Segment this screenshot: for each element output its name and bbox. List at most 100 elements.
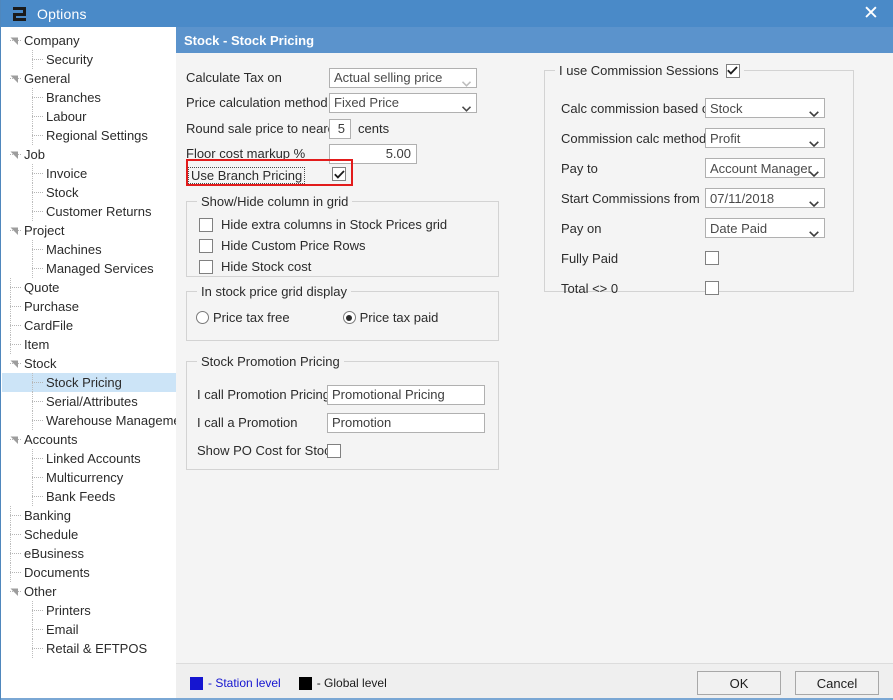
use-branch-pricing-checkbox[interactable] [332,167,346,181]
sidebar-item-project[interactable]: Project [2,221,176,240]
radio-button[interactable] [196,311,209,324]
sidebar-item-branches[interactable]: Branches [2,88,176,107]
grid-display-radio[interactable]: Price tax free [196,310,290,325]
sidebar-item-ebusiness[interactable]: eBusiness [2,544,176,563]
sidebar-item-job[interactable]: Job [2,145,176,164]
tree-expander-icon[interactable] [10,227,19,236]
tree-expander-icon[interactable] [10,588,19,597]
checkbox[interactable] [199,217,213,232]
sidebar-item-warehouse-management[interactable]: Warehouse Management [2,411,176,430]
sidebar-item-accounts[interactable]: Accounts [2,430,176,449]
sidebar-item-documents[interactable]: Documents [2,563,176,582]
options-app-icon [12,6,28,22]
sidebar-item-label: Multicurrency [46,470,127,485]
commission-field-value: Account Manager [710,160,812,176]
checkbox[interactable] [199,238,213,253]
tree-guide-line [32,496,43,497]
checkbox[interactable] [199,259,213,274]
sidebar-item-stock[interactable]: Stock [2,354,176,373]
commission-field-row: Total <> 0 [561,273,853,303]
sidebar-item-label: Bank Feeds [46,489,119,504]
tree-expander-icon[interactable] [10,151,19,160]
tree-guide-line [10,534,21,535]
commission-sessions-checkbox[interactable] [725,63,740,78]
sidebar-item-customer-returns[interactable]: Customer Returns [2,202,176,221]
tree-expander-icon[interactable] [10,37,19,46]
sidebar-item-machines[interactable]: Machines [2,240,176,259]
close-icon[interactable]: ✕ [848,0,893,27]
commission-field-select[interactable]: Account Manager [705,158,825,178]
commission-sessions-title-wrap: I use Commission Sessions [555,63,744,78]
window-title: Options [37,5,87,22]
grid-display-radio[interactable]: Price tax paid [342,310,439,325]
commission-field-row: Pay to Account Manager [561,153,853,183]
tree-guide-line [32,173,43,174]
round-sale-price-input[interactable]: 5 [329,118,351,139]
sidebar-item-security[interactable]: Security [2,50,176,69]
floor-cost-markup-input[interactable]: 5.00 [329,143,417,164]
field-price-calculation-method: Price calculation method Fixed Price [186,90,516,115]
sidebar-item-cardfile[interactable]: CardFile [2,316,176,335]
sidebar-item-banking[interactable]: Banking [2,506,176,525]
sidebar-item-schedule[interactable]: Schedule [2,525,176,544]
calculate-tax-on-select[interactable]: Actual selling price [329,67,477,88]
commission-field-checkbox[interactable] [705,251,719,265]
price-calculation-method-value: Fixed Price [334,95,400,110]
commission-field-select[interactable]: Stock [705,98,825,118]
settings-tree-sidebar[interactable]: Company Security General Branches Labour Regi… [2,27,176,663]
cancel-button[interactable]: Cancel [795,671,879,695]
content-panel: Stock - Stock Pricing Calculate Tax on A… [176,27,893,663]
sidebar-item-label: Accounts [24,432,81,447]
sidebar-item-label: Customer Returns [46,204,155,219]
commission-field-select[interactable]: Date Paid [705,218,825,238]
sidebar-item-label: Project [24,223,68,238]
sidebar-item-other[interactable]: Other [2,582,176,601]
commission-field-checkbox[interactable] [705,281,719,295]
sidebar-item-general[interactable]: General [2,69,176,88]
price-calculation-method-select[interactable]: Fixed Price [329,92,477,113]
commission-field-select[interactable]: Profit [705,128,825,148]
radio-button[interactable] [342,311,356,324]
tree-guide-line [10,572,21,573]
tree-guide-line [32,382,43,383]
sidebar-item-email[interactable]: Email [2,620,176,639]
sidebar-item-company[interactable]: Company [2,31,176,50]
sidebar-item-multicurrency[interactable]: Multicurrency [2,468,176,487]
form-area: Calculate Tax on Actual selling price Pr… [176,53,893,663]
commission-field-select[interactable]: 07/11/2018 [705,188,825,208]
sidebar-item-stock-pricing[interactable]: Stock Pricing [2,373,176,392]
tree-expander-icon[interactable] [10,75,19,84]
commission-field-label: Fully Paid [561,250,619,266]
sidebar-item-stock[interactable]: Stock [2,183,176,202]
sidebar-item-purchase[interactable]: Purchase [2,297,176,316]
call-a-promotion-input[interactable]: Promotion [327,412,485,433]
chevron-down-icon [461,75,472,87]
sidebar-item-regional-settings[interactable]: Regional Settings [2,126,176,145]
commission-field-value: Profit [710,130,741,146]
tree-expander-icon[interactable] [10,436,19,445]
sidebar-item-quote[interactable]: Quote [2,278,176,297]
commission-field-label: Pay on [561,220,602,236]
show-hide-checkbox-row: Hide Custom Price Rows [199,235,498,256]
ok-button[interactable]: OK [697,671,781,695]
sidebar-item-invoice[interactable]: Invoice [2,164,176,183]
tree-guide-line [10,344,21,345]
sidebar-item-item[interactable]: Item [2,335,176,354]
field-use-branch-pricing: Use Branch Pricing [188,163,518,188]
radio-label: Price tax paid [359,310,439,325]
sidebar-item-retail-eftpos[interactable]: Retail & EFTPOS [2,639,176,658]
sidebar-item-managed-services[interactable]: Managed Services [2,259,176,278]
call-promotion-pricing-input[interactable]: Promotional Pricing [327,384,485,405]
sidebar-item-bank-feeds[interactable]: Bank Feeds [2,487,176,506]
sidebar-item-labour[interactable]: Labour [2,107,176,126]
sidebar-item-linked-accounts[interactable]: Linked Accounts [2,449,176,468]
field-calculate-tax-on: Calculate Tax on Actual selling price [186,65,516,90]
tree-guide-line [32,116,43,117]
call-promotion-pricing-label: I call Promotion Pricing [197,387,330,402]
sidebar-item-serial-attributes[interactable]: Serial/Attributes [2,392,176,411]
footer-bar: - Station level - Global level OK Cancel [176,663,893,700]
sidebar-item-printers[interactable]: Printers [2,601,176,620]
chevron-down-icon [809,105,819,117]
tree-expander-icon[interactable] [10,360,19,369]
show-po-cost-checkbox[interactable] [327,443,341,458]
